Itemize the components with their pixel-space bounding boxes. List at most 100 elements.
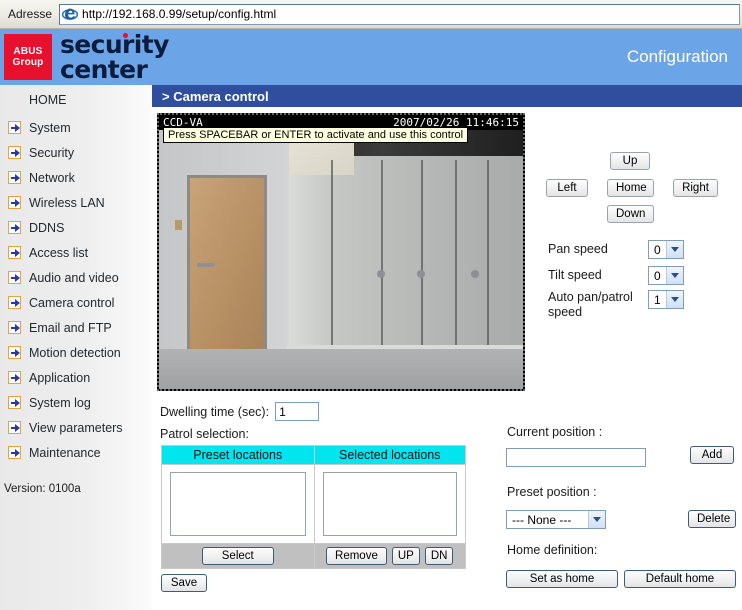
sidebar-item-network[interactable]: Network: [0, 165, 152, 190]
scene-cabinet-seam: [421, 160, 423, 347]
preset-locations-actions: Select: [162, 543, 314, 568]
tilt-speed-value: 0: [654, 268, 661, 283]
auto-pan-speed-label: Auto pan/patrol speed: [548, 290, 633, 319]
arrow-icon: [8, 196, 21, 209]
abus-logo-line2: Group: [12, 57, 44, 68]
current-position-label: Current position :: [507, 425, 603, 439]
chevron-down-icon: [666, 267, 683, 284]
home-definition-label: Home definition:: [507, 543, 598, 557]
ptz-left-button[interactable]: Left: [546, 179, 588, 197]
sidebar-item-maintenance[interactable]: Maintenance: [0, 440, 152, 465]
brand-wordmark: security center: [60, 32, 169, 82]
auto-pan-speed-select[interactable]: 1: [648, 290, 684, 309]
arrow-icon: [8, 146, 21, 159]
ptz-right-button[interactable]: Right: [673, 179, 718, 197]
sidebar-item-ddns[interactable]: DDNS: [0, 215, 152, 240]
ie-logo-icon: [61, 6, 79, 22]
preset-locations-body: [162, 465, 314, 543]
scene-wall-switch: [175, 220, 182, 230]
sidebar-item-label: Application: [29, 370, 91, 385]
arrow-icon: [8, 121, 21, 134]
arrow-icon: [8, 171, 21, 184]
sidebar-item-audio-and-video[interactable]: Audio and video: [0, 265, 152, 290]
sidebar-item-email-and-ftp[interactable]: Email and FTP: [0, 315, 152, 340]
sidebar-item-home[interactable]: HOME: [0, 85, 152, 115]
dwelling-time-label: Dwelling time (sec):: [160, 404, 270, 419]
scene-cabinet-seam: [381, 160, 383, 347]
sidebar-item-system[interactable]: System: [0, 115, 152, 140]
activex-tooltip: Press SPACEBAR or ENTER to activate and …: [163, 127, 469, 143]
sidebar-nav: HOME System Security Network Wireless LA…: [0, 85, 152, 610]
tilt-speed-select[interactable]: 0: [648, 266, 684, 285]
dwelling-time-input[interactable]: [275, 402, 320, 421]
arrow-icon: [8, 296, 21, 309]
address-url-text: http://192.168.0.99/setup/config.html: [82, 7, 277, 21]
scene-cabinet-seam: [455, 160, 457, 347]
sidebar-item-security[interactable]: Security: [0, 140, 152, 165]
sidebar-item-label: System log: [29, 395, 91, 410]
select-button[interactable]: Select: [201, 547, 274, 565]
sidebar-item-label: Access list: [29, 245, 89, 260]
ptz-up-button[interactable]: Up: [610, 152, 650, 170]
preset-locations-listbox[interactable]: [170, 472, 306, 536]
sidebar-item-wireless-lan[interactable]: Wireless LAN: [0, 190, 152, 215]
add-position-button[interactable]: Add: [690, 446, 734, 464]
sidebar-item-motion-detection[interactable]: Motion detection: [0, 340, 152, 365]
preset-position-value: --- None ---: [512, 512, 572, 527]
set-as-home-button[interactable]: Set as home: [506, 570, 618, 588]
camera-video-player[interactable]: CCD-VA 2007/02/26 11:46:15 Press SPACEBA…: [157, 113, 525, 391]
preset-position-select[interactable]: --- None ---: [506, 510, 606, 529]
main-content: CCD-VA 2007/02/26 11:46:15 Press SPACEBA…: [152, 107, 742, 610]
ptz-down-button[interactable]: Down: [607, 205, 654, 223]
scene-cabinet-seam: [487, 160, 489, 347]
sidebar-item-label: System: [29, 120, 71, 135]
pan-speed-value: 0: [654, 242, 661, 257]
sidebar-item-label: Audio and video: [29, 270, 119, 285]
patrol-selection-table: Preset locations Select Selected locatio…: [161, 445, 466, 569]
sidebar-item-system-log[interactable]: System log: [0, 390, 152, 415]
default-home-button[interactable]: Default home: [624, 570, 736, 588]
sidebar-item-label: Motion detection: [29, 345, 121, 360]
preset-locations-column: Preset locations Select: [162, 446, 314, 568]
sidebar-item-application[interactable]: Application: [0, 365, 152, 390]
chevron-down-icon: [666, 291, 683, 308]
brand-dot-icon: [123, 33, 128, 38]
sidebar-item-view-parameters[interactable]: View parameters: [0, 415, 152, 440]
sidebar-item-label: Security: [29, 145, 75, 160]
arrow-icon: [8, 246, 21, 259]
address-label: Adresse: [8, 7, 53, 21]
current-position-input[interactable]: [506, 448, 646, 467]
abus-logo: ABUS Group: [4, 34, 52, 80]
arrow-icon: [8, 221, 21, 234]
firmware-version: Version: 0100a: [4, 483, 81, 495]
move-up-button[interactable]: UP: [391, 547, 420, 565]
arrow-icon: [8, 396, 21, 409]
arrow-icon: [8, 346, 21, 359]
sidebar-item-label: Camera control: [29, 295, 115, 310]
selected-locations-body: [314, 465, 465, 543]
brand-line2: center: [60, 55, 148, 84]
sidebar-item-label: Wireless LAN: [29, 195, 105, 210]
remove-button[interactable]: Remove: [326, 547, 387, 565]
move-down-button[interactable]: DN: [424, 547, 454, 565]
selected-locations-column: Selected locations Remove UP DN: [313, 446, 465, 568]
delete-position-button[interactable]: Delete: [688, 510, 736, 528]
sidebar-item-access-list[interactable]: Access list: [0, 240, 152, 265]
selected-locations-actions: Remove UP DN: [314, 543, 465, 568]
abus-logo-line1: ABUS: [13, 46, 43, 57]
ptz-home-button[interactable]: Home: [607, 179, 654, 197]
arrow-icon: [8, 446, 21, 459]
chevron-down-icon: [666, 241, 683, 258]
arrow-icon: [8, 371, 21, 384]
video-scene: CCD-VA 2007/02/26 11:46:15 Press SPACEBA…: [159, 115, 523, 389]
address-input[interactable]: http://192.168.0.99/setup/config.html: [59, 3, 740, 25]
save-button[interactable]: Save: [161, 574, 207, 592]
sidebar-item-camera-control[interactable]: Camera control: [0, 290, 152, 315]
scene-door-handle: [197, 263, 215, 267]
brand-line1: security: [60, 30, 169, 59]
scene-floor: [159, 349, 523, 389]
selected-locations-listbox[interactable]: [322, 472, 457, 536]
scene-cabinet-lock: [471, 270, 479, 278]
pan-speed-select[interactable]: 0: [648, 240, 684, 259]
scene-cabinet-lock: [377, 270, 385, 278]
